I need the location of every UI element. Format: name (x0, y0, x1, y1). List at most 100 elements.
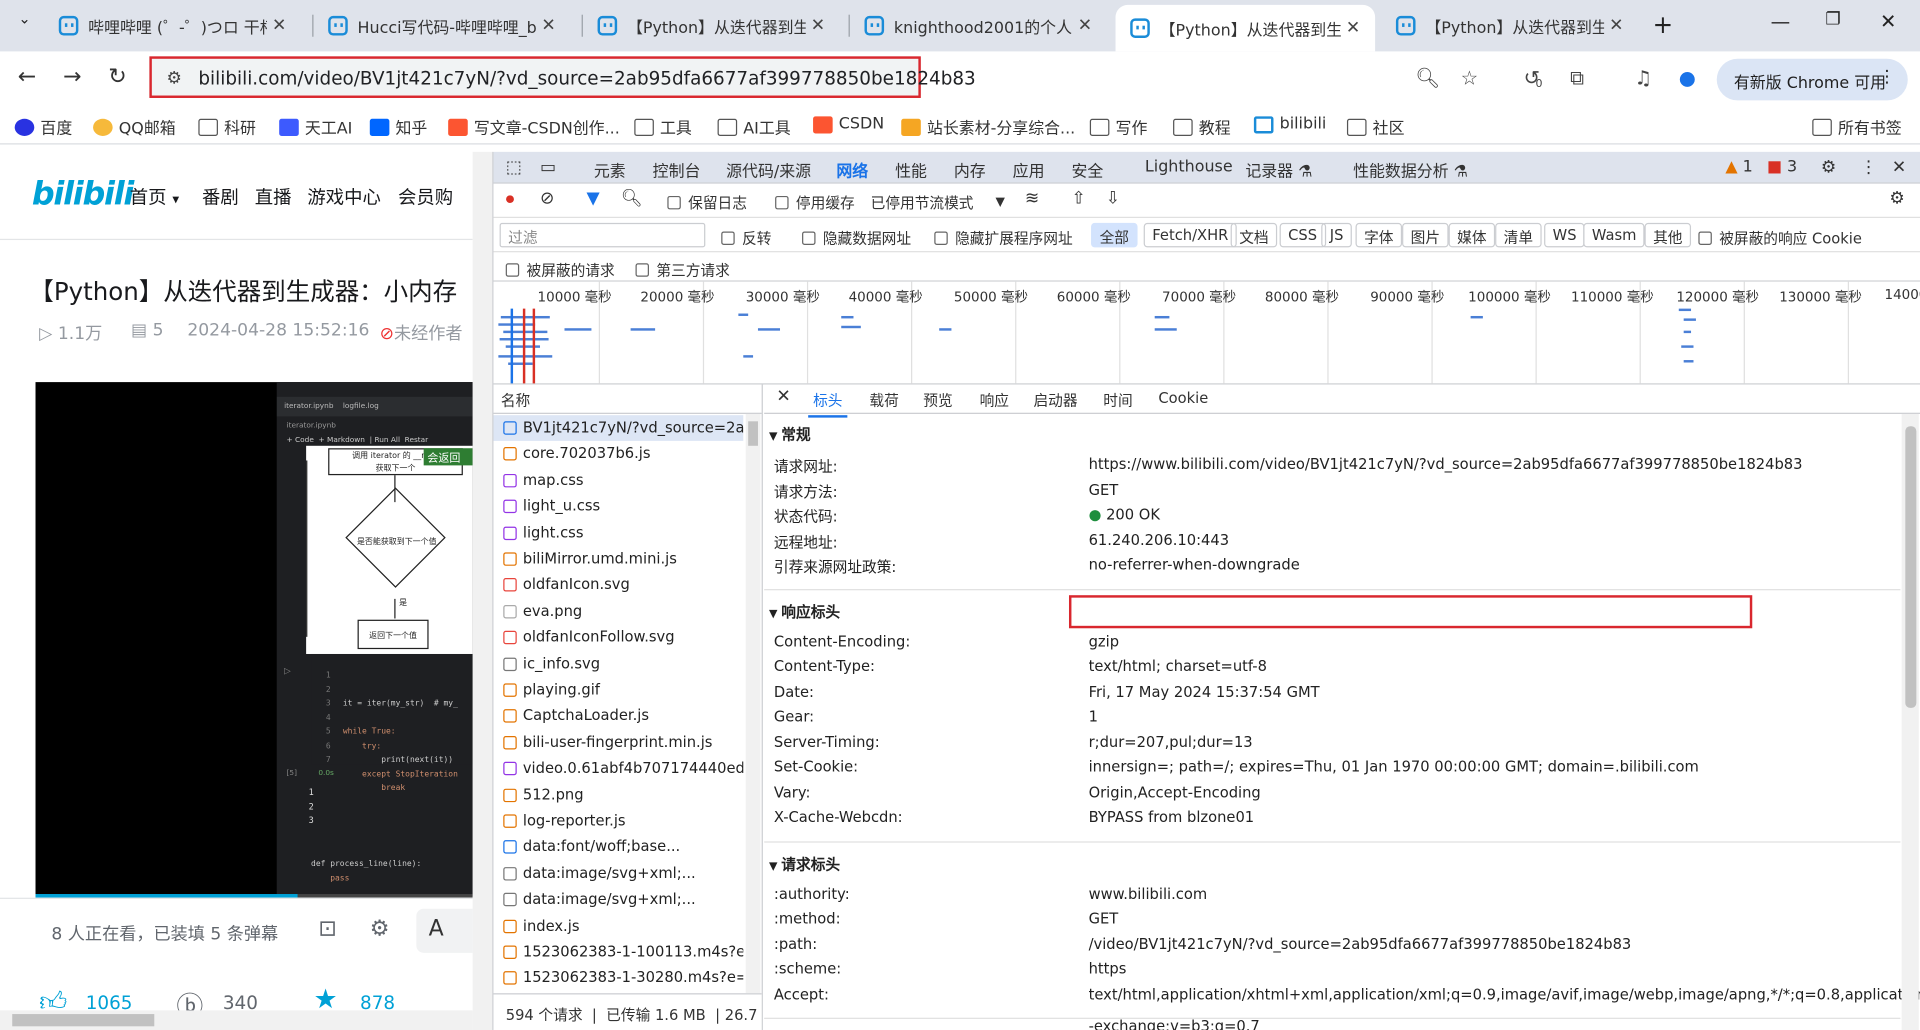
header-value[interactable]: Origin,Accept-Encoding (1089, 783, 1261, 800)
hide-extension-urls-checkbox[interactable]: 隐藏扩展程序网址 (934, 228, 1073, 249)
danmu-settings-icon[interactable]: ⚙ (370, 916, 390, 942)
tab-search-icon[interactable]: ⌄ (7, 10, 41, 39)
checkbox[interactable] (802, 231, 816, 245)
collapse-icon[interactable]: ▼ (769, 860, 781, 872)
tab-initiator[interactable]: 启动器 (1033, 389, 1077, 410)
header-value[interactable]: https (1089, 960, 1127, 977)
request-row[interactable]: ic_info.svg (493, 651, 743, 677)
bookmark-zhihu[interactable]: 知乎 (369, 115, 427, 138)
header-value[interactable]: GET (1089, 910, 1119, 927)
checkbox[interactable] (667, 195, 681, 210)
warnings-count[interactable]: ▲ 1 (1725, 158, 1752, 176)
bookmark-folder-ai-tools[interactable]: AI工具 (717, 115, 791, 138)
danmu-style-icon[interactable]: A (416, 908, 473, 953)
bookmark-qqmail[interactable]: QQ邮箱 (93, 115, 176, 138)
header-value[interactable]: ● 200 OK (1089, 506, 1160, 523)
blocked-requests-checkbox[interactable]: 被屏蔽的请求 (505, 260, 615, 281)
tab-response[interactable]: 响应 (980, 389, 1009, 410)
checkbox[interactable] (775, 195, 789, 210)
nav-home[interactable]: 首页 ▾ (130, 184, 179, 210)
tab-payload[interactable]: 载荷 (869, 389, 898, 410)
tab-sources[interactable]: 源代码/来源 (726, 158, 811, 181)
nav-game-center[interactable]: 游戏中心 (307, 184, 380, 210)
export-har-icon[interactable]: ⇩ (1106, 189, 1120, 209)
bilibili-logo[interactable]: bilibili (32, 176, 134, 213)
bookmark-folder-research[interactable]: 科研 (198, 115, 256, 138)
device-toolbar-icon[interactable]: ▭ (540, 158, 556, 178)
tab-application[interactable]: 应用 (1013, 158, 1045, 181)
header-value[interactable]: no-referrer-when-downgrade (1089, 556, 1300, 573)
danmu-toggle-icon[interactable]: ⊡ (318, 916, 336, 942)
chip-css[interactable]: CSS (1279, 222, 1326, 248)
record-icon[interactable]: ⏺ (506, 190, 515, 210)
chip-js[interactable]: JS (1321, 222, 1353, 248)
request-row[interactable]: 512.png (493, 782, 743, 808)
chip-manifest[interactable]: 清单 (1495, 222, 1542, 248)
nav-vip-shop[interactable]: 会员购 (398, 184, 453, 210)
checkbox[interactable] (635, 263, 649, 277)
tab-console[interactable]: 控制台 (653, 158, 701, 181)
address-bar[interactable]: ⚙ bilibili.com/video/BV1jt421c7yN/?vd_so… (149, 56, 976, 98)
tab-3[interactable]: 【Python】从迭代器到生 ✕ (583, 7, 840, 44)
import-har-icon[interactable]: ⇧ (1071, 189, 1085, 209)
forward-icon[interactable]: → (58, 64, 87, 93)
clear-icon[interactable]: ⊘ (540, 189, 554, 209)
close-icon[interactable]: ✕ (1604, 16, 1628, 36)
section-header[interactable]: ▼ 常规 (769, 424, 811, 445)
header-value[interactable]: text/html; charset=utf-8 (1089, 658, 1267, 675)
tab-recorder[interactable]: 记录器 ⚗ (1245, 158, 1312, 181)
update-chrome-button[interactable]: 有新版 Chrome 可用 ⋮ (1716, 58, 1908, 101)
bookmark-folder-tutorial[interactable]: 教程 (1173, 115, 1231, 138)
tab-security[interactable]: 安全 (1071, 158, 1103, 181)
bookmark-csdn-write[interactable]: 写文章-CSDN创作... (448, 115, 620, 138)
invert-checkbox[interactable]: 反转 (721, 228, 771, 249)
close-icon[interactable]: ✕ (1073, 16, 1097, 36)
close-icon[interactable]: ✕ (267, 16, 291, 36)
scroll-thumb[interactable] (748, 421, 758, 446)
details-scrollbar[interactable] (1901, 413, 1919, 1030)
inspect-icon[interactable]: ⬚ (506, 158, 522, 178)
request-row[interactable]: log-reporter.js (493, 808, 743, 834)
network-conditions-icon[interactable]: ≋ (1025, 189, 1039, 209)
media-icon[interactable]: ♫ (1630, 66, 1657, 93)
request-row[interactable]: BV1jt421c7yN/?vd_source=2a... (493, 415, 744, 442)
tab-1[interactable]: 哔哩哔哩 (゜-゜)つロ 干杯 ✕ (44, 7, 301, 44)
extensions-icon[interactable]: ⧉ (1564, 66, 1591, 93)
chip-wasm[interactable]: Wasm (1583, 222, 1646, 248)
address-url[interactable]: bilibili.com/video/BV1jt421c7yN/?vd_sour… (198, 67, 975, 89)
disable-cache-checkbox[interactable]: 停用缓存 (775, 192, 855, 213)
header-value[interactable]: 1 (1089, 708, 1098, 725)
close-details-icon[interactable]: ✕ (776, 387, 790, 407)
preserve-log-checkbox[interactable]: 保留日志 (667, 192, 747, 213)
tab-6[interactable]: 【Python】从迭代器到生 ✕ (1381, 7, 1638, 44)
section-header[interactable]: ▼ 请求标头 (769, 853, 840, 874)
close-icon[interactable]: ✕ (806, 16, 830, 36)
reload-icon[interactable]: ↻ (103, 64, 132, 93)
close-icon[interactable]: ✕ (1341, 18, 1365, 38)
request-row[interactable]: data:image/svg+xml;... (493, 887, 743, 913)
checkbox[interactable] (505, 263, 520, 277)
search-icon[interactable]: 🔍︎ (621, 189, 643, 209)
request-row[interactable]: eva.png (493, 599, 743, 625)
checkbox[interactable] (1698, 231, 1712, 245)
tab-timing[interactable]: 时间 (1103, 389, 1132, 410)
request-row[interactable]: index.js (493, 913, 743, 939)
header-value[interactable]: gzip (1089, 633, 1119, 650)
bookmark-star-icon[interactable]: ☆ (1456, 66, 1483, 93)
request-row[interactable]: core.702037b6.js (493, 441, 743, 467)
bookmark-bilibili[interactable]: bilibili (1253, 115, 1326, 133)
collapse-icon[interactable]: ▼ (769, 431, 781, 443)
close-devtools-icon[interactable]: ✕ (1892, 158, 1906, 178)
tab-preview[interactable]: 预览 (923, 389, 952, 410)
network-settings-icon[interactable]: ⚙ (1889, 189, 1904, 209)
tab-lighthouse[interactable]: Lighthouse (1145, 158, 1233, 176)
bookmark-folder-community[interactable]: 社区 (1346, 115, 1405, 138)
zoom-icon[interactable]: 🔍︎ (1414, 66, 1441, 93)
scroll-thumb[interactable] (12, 1014, 155, 1027)
hide-data-urls-checkbox[interactable]: 隐藏数据网址 (802, 228, 911, 249)
request-row[interactable]: data:image/svg+xml;... (493, 861, 743, 887)
network-overview-timeline[interactable]: 10000 毫秒 20000 毫秒 30000 毫秒 40000 毫秒 5000… (493, 281, 1920, 385)
request-row[interactable]: light.css (493, 520, 743, 546)
header-value[interactable]: 61.240.206.10:443 (1089, 531, 1230, 548)
restore-button[interactable]: ❐ (1816, 10, 1850, 39)
